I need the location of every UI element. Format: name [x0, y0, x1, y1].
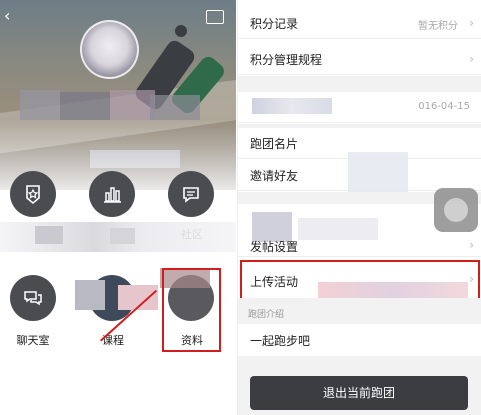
row-label: 邀请好友	[250, 169, 299, 183]
left-panel: ‹ 社区	[0, 0, 236, 415]
row-value: 016-04-15	[418, 101, 470, 112]
right-panel: 积分记录 暂无积分 › 积分管理规程 › 016-04-15 跑团名片 邀请好友…	[237, 0, 481, 415]
stats-button[interactable]	[89, 171, 135, 217]
back-button[interactable]: ‹	[4, 8, 10, 24]
chat-icon	[24, 291, 42, 306]
chevron-left-icon: ‹	[4, 6, 11, 25]
chart-icon	[104, 187, 121, 203]
highlight-box	[162, 268, 221, 352]
points-rules-row[interactable]: 积分管理规程 ›	[238, 44, 481, 75]
chevron-right-icon: ›	[469, 16, 474, 30]
course-label: 课程	[102, 334, 124, 347]
badge-icon	[26, 185, 40, 205]
intro-section-label: 跑团介绍	[248, 310, 285, 320]
chevron-right-icon: ›	[469, 238, 474, 252]
row-label: 跑团名片	[250, 137, 299, 151]
community-button[interactable]	[168, 171, 214, 217]
avatar[interactable]	[80, 20, 139, 79]
row-label: 积分记录	[250, 17, 299, 31]
exit-team-button[interactable]: 退出当前跑团	[250, 376, 468, 410]
row-label: 发帖设置	[250, 240, 299, 254]
row-label: 积分管理规程	[250, 53, 323, 67]
points-record-row[interactable]: 积分记录 暂无积分 ›	[238, 8, 481, 39]
chevron-right-icon: ›	[469, 52, 474, 66]
badge-button[interactable]	[10, 171, 56, 217]
header-banner: ‹	[0, 0, 236, 190]
message-icon	[183, 187, 199, 203]
highlight-box	[240, 260, 480, 302]
row-value: 暂无积分	[418, 21, 458, 32]
chat-room-label: 聊天室	[16, 334, 50, 347]
sign-in-button[interactable]	[206, 10, 224, 24]
floating-assistive-button[interactable]	[434, 188, 478, 232]
intro-row: 一起跑步吧	[238, 324, 481, 356]
invite-friends-row[interactable]: 邀请好友	[238, 152, 481, 192]
chat-room-button[interactable]	[10, 275, 56, 321]
date-row: 016-04-15	[238, 92, 481, 123]
intro-text: 一起跑步吧	[250, 334, 311, 348]
